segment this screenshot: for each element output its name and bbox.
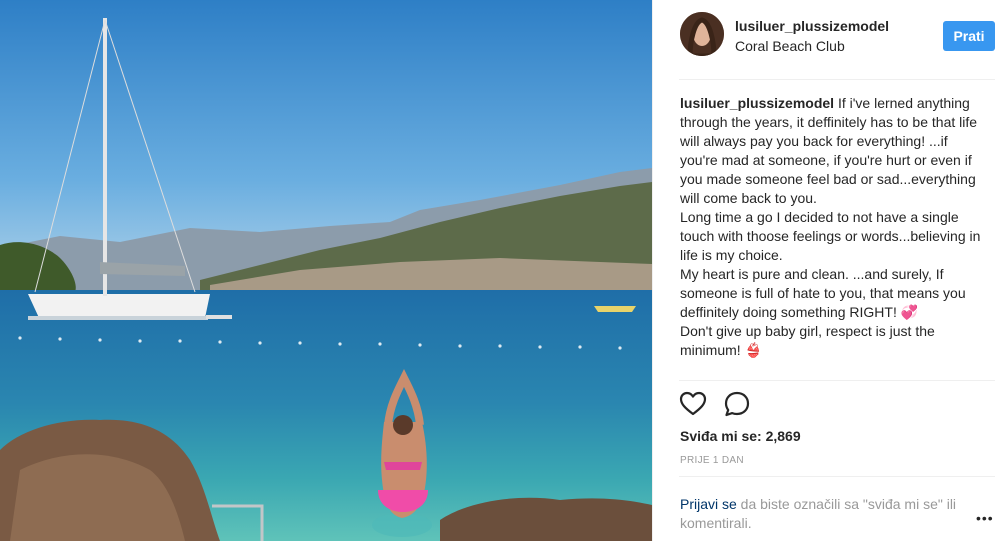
caption-line: My heart is pure and clean. ...and surel… xyxy=(680,266,966,320)
caption-divider xyxy=(679,380,995,381)
follow-button[interactable]: Prati xyxy=(943,21,995,51)
avatar-image xyxy=(680,12,724,56)
post-details-panel: lusiluer_plussizemodel Coral Beach Club … xyxy=(652,0,1006,541)
likes-count[interactable]: Sviđa mi se: 2,869 xyxy=(680,428,801,444)
caption-line: Don't give up baby girl, respect is just… xyxy=(680,323,935,358)
post-location[interactable]: Coral Beach Club xyxy=(735,38,845,54)
login-link[interactable]: Prijavi se xyxy=(680,496,737,512)
post-header: lusiluer_plussizemodel Coral Beach Club … xyxy=(653,0,1006,79)
caption-line: Long time a go I decided to not have a s… xyxy=(680,209,981,263)
header-divider xyxy=(679,79,995,80)
post-actions xyxy=(679,390,751,418)
caption-line: lusiluer_plussizemodel If i've lerned an… xyxy=(680,94,985,208)
post-caption: lusiluer_plussizemodel If i've lerned an… xyxy=(680,94,985,360)
more-options-icon[interactable]: ••• xyxy=(976,510,994,526)
caption-author[interactable]: lusiluer_plussizemodel xyxy=(680,95,834,111)
avatar[interactable] xyxy=(680,12,724,56)
post-username[interactable]: lusiluer_plussizemodel xyxy=(735,18,889,34)
footer-divider xyxy=(679,476,995,477)
beach-photo-image xyxy=(0,0,652,541)
heart-icon[interactable] xyxy=(679,390,707,418)
comment-bubble-icon[interactable] xyxy=(723,390,751,418)
caption-text: If i've lerned anything through the year… xyxy=(680,95,978,206)
post-photo[interactable] xyxy=(0,0,652,541)
login-prompt: Prijavi se da biste označili sa "sviđa m… xyxy=(680,495,980,533)
likes-label: Sviđa mi se: xyxy=(680,428,762,444)
likes-number: 2,869 xyxy=(765,428,801,444)
post-timestamp[interactable]: PRIJE 1 DAN xyxy=(680,455,744,466)
